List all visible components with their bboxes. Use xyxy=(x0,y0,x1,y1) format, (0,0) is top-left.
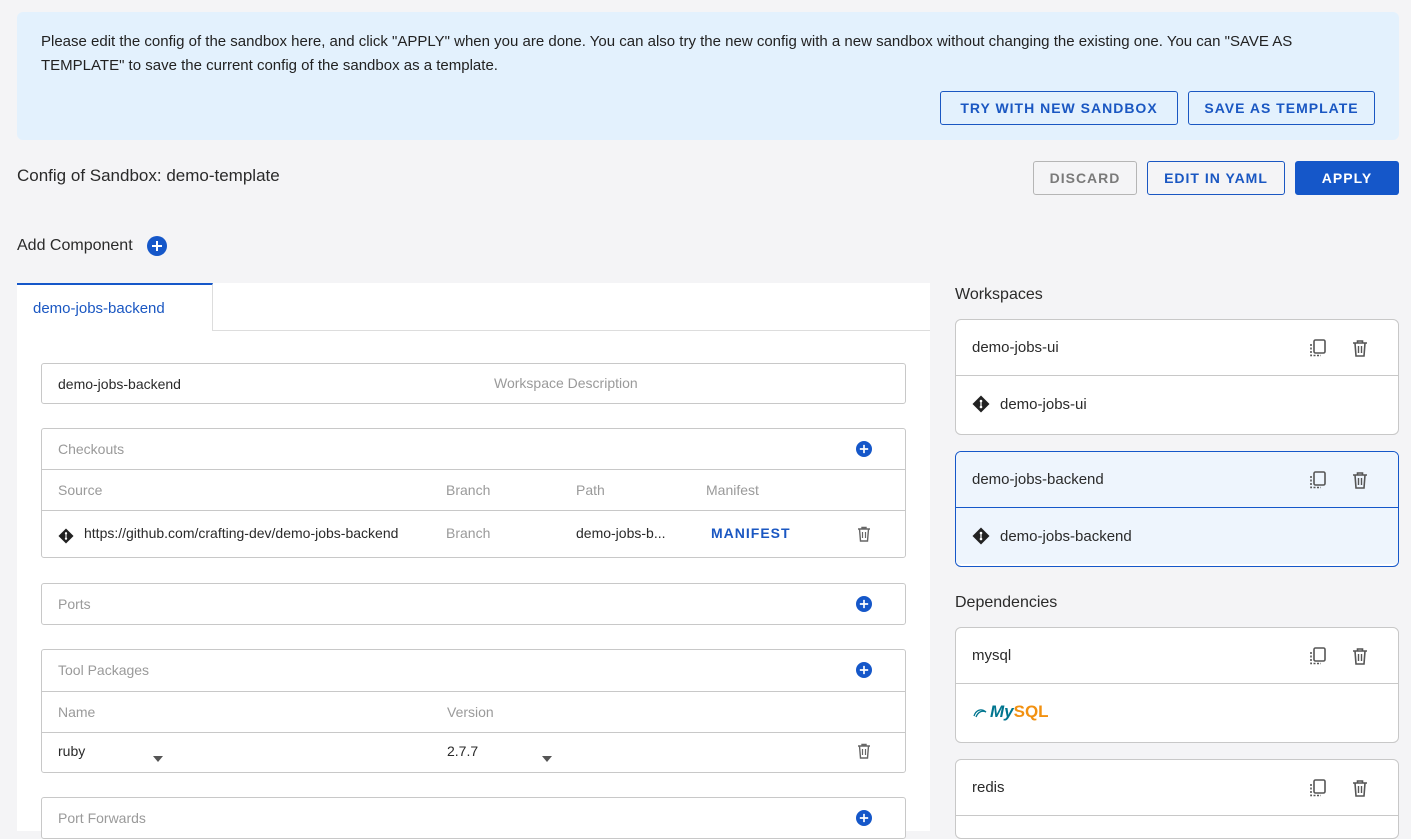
tab-bar: demo-jobs-backend xyxy=(17,283,930,331)
dependency-card-body: My SQL xyxy=(956,684,1398,740)
workspace-repo: demo-jobs-ui xyxy=(1000,395,1087,413)
package-name-select[interactable]: ruby xyxy=(58,743,85,759)
copy-icon[interactable] xyxy=(1308,470,1328,490)
add-component-plus-icon[interactable] xyxy=(146,236,167,256)
git-icon xyxy=(972,395,990,413)
workspace-card-header: demo-jobs-backend xyxy=(956,452,1398,508)
trash-icon[interactable] xyxy=(1350,646,1370,666)
workspace-name-input[interactable]: demo-jobs-backend xyxy=(58,376,181,392)
add-component-label: Add Component xyxy=(17,237,133,254)
mysql-logo-text-sql: SQL xyxy=(1013,702,1049,721)
manifest-button[interactable]: MANIFEST xyxy=(711,525,791,541)
dependency-card-header: redis xyxy=(956,760,1398,816)
chevron-down-icon[interactable] xyxy=(153,749,163,767)
dependency-card-mysql[interactable]: mysql My SQL xyxy=(955,627,1399,743)
workspaces-title: Workspaces xyxy=(955,286,1043,303)
workspace-name-box: demo-jobs-backend Workspace Description xyxy=(41,363,906,404)
tool-packages-title: Tool Packages xyxy=(58,662,150,678)
component-body: demo-jobs-backend Workspace Description … xyxy=(17,331,930,839)
workspace-repo: demo-jobs-backend xyxy=(1000,527,1132,545)
banner-text: Please edit the config of the sandbox he… xyxy=(41,33,1293,74)
workspace-description-input[interactable]: Workspace Description xyxy=(494,375,638,391)
git-icon xyxy=(972,527,990,545)
git-icon xyxy=(58,528,84,549)
dependency-card-header: mysql xyxy=(956,628,1398,684)
add-component: Add Component xyxy=(17,236,167,256)
col-manifest: Manifest xyxy=(706,482,759,498)
trash-icon[interactable] xyxy=(1350,778,1370,798)
workspace-card-name: demo-jobs-backend xyxy=(972,471,1104,488)
info-banner: Please edit the config of the sandbox he… xyxy=(17,12,1399,140)
tool-packages-section: Tool Packages Name Version ruby 2.7.7 xyxy=(41,649,906,773)
checkout-source[interactable]: https://github.com/crafting-dev/demo-job… xyxy=(84,525,398,541)
workspace-card-body: demo-jobs-ui xyxy=(956,376,1398,432)
add-checkout-plus-icon[interactable] xyxy=(856,441,872,457)
mysql-logo-text: My xyxy=(990,702,1014,721)
workspace-card-header: demo-jobs-ui xyxy=(956,320,1398,376)
ports-title: Ports xyxy=(58,596,91,612)
checkout-path[interactable]: demo-jobs-b... xyxy=(576,525,665,541)
col-path: Path xyxy=(576,482,605,498)
workspace-card-name: demo-jobs-ui xyxy=(972,339,1059,356)
checkouts-section: Checkouts Source Branch Path Manifest ht… xyxy=(41,428,906,558)
dependency-card-redis[interactable]: redis xyxy=(955,759,1399,839)
trash-icon[interactable] xyxy=(857,743,871,764)
package-version-select[interactable]: 2.7.7 xyxy=(447,743,478,759)
trash-icon[interactable] xyxy=(1350,338,1370,358)
dependencies-title: Dependencies xyxy=(955,594,1058,611)
col-name: Name xyxy=(58,704,96,720)
port-forwards-title: Port Forwards xyxy=(58,810,146,826)
col-branch: Branch xyxy=(446,482,491,498)
tab-demo-jobs-backend[interactable]: demo-jobs-backend xyxy=(17,283,213,331)
trash-icon[interactable] xyxy=(1350,470,1370,490)
chevron-down-icon[interactable] xyxy=(542,749,552,767)
copy-icon[interactable] xyxy=(1308,338,1328,358)
save-as-template-button[interactable]: SAVE AS TEMPLATE xyxy=(1188,91,1375,125)
workspace-card-body: demo-jobs-backend xyxy=(956,508,1398,564)
col-version: Version xyxy=(447,704,494,720)
ports-section: Ports xyxy=(41,583,906,625)
dependency-card-name: mysql xyxy=(972,647,1012,664)
copy-icon[interactable] xyxy=(1308,778,1328,798)
copy-icon[interactable] xyxy=(1308,646,1328,666)
apply-button[interactable]: APPLY xyxy=(1295,161,1399,195)
trash-icon[interactable] xyxy=(857,526,871,547)
port-forwards-section: Port Forwards xyxy=(41,797,906,839)
workspace-card-demo-jobs-backend[interactable]: demo-jobs-backend demo-jobs-backend xyxy=(955,451,1399,567)
edit-in-yaml-button[interactable]: EDIT IN YAML xyxy=(1147,161,1285,195)
col-source: Source xyxy=(58,482,103,498)
checkouts-title: Checkouts xyxy=(58,441,125,457)
component-panel: demo-jobs-backend demo-jobs-backend Work… xyxy=(17,283,930,839)
dependency-card-name: redis xyxy=(972,779,1005,796)
add-port-forward-plus-icon[interactable] xyxy=(856,810,872,826)
page-title: Config of Sandbox: demo-template xyxy=(17,166,280,185)
add-port-plus-icon[interactable] xyxy=(856,596,872,612)
discard-button[interactable]: DISCARD xyxy=(1033,161,1137,195)
try-with-new-sandbox-button[interactable]: TRY WITH NEW SANDBOX xyxy=(940,91,1178,125)
workspace-card-demo-jobs-ui[interactable]: demo-jobs-ui demo-jobs-ui xyxy=(955,319,1399,435)
add-tool-package-plus-icon[interactable] xyxy=(856,662,872,678)
checkout-branch-input[interactable]: Branch xyxy=(446,525,490,541)
mysql-logo-icon xyxy=(973,709,987,718)
